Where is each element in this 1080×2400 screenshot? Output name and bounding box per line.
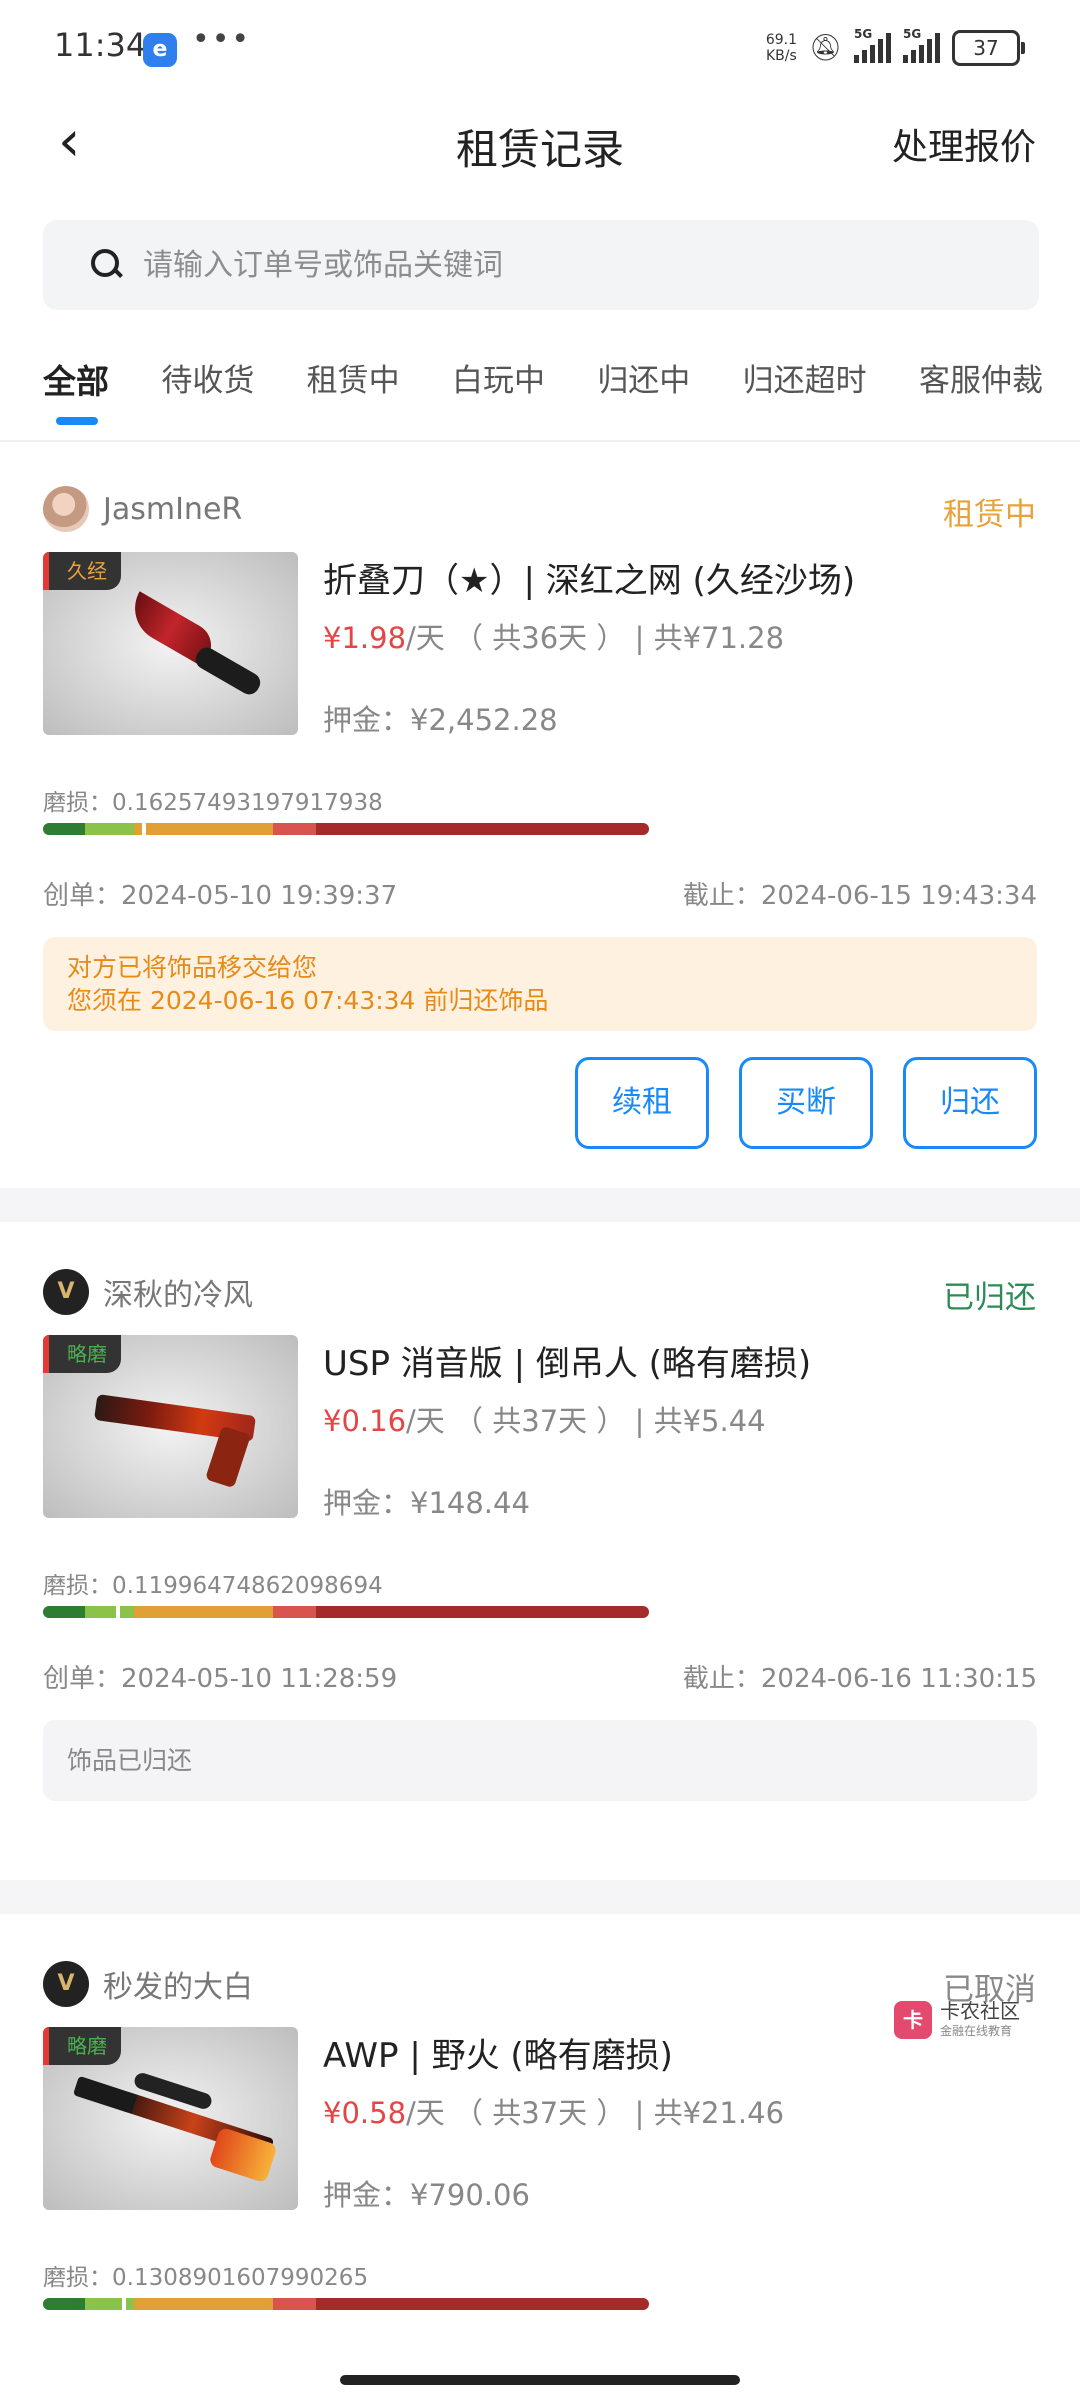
seller-name: 秒发的大白: [103, 1970, 253, 2005]
status-badge: 租赁中: [943, 497, 1036, 533]
net-speed: 69.1 KB/s: [765, 32, 797, 64]
seller-info: V 秒发的大白: [43, 1960, 253, 2008]
section-divider: [0, 1188, 1080, 1222]
section-divider: [0, 1880, 1080, 1914]
tab-all[interactable]: 全部: [43, 355, 109, 425]
wear-value: 磨损：0.11996474862098694: [43, 1573, 383, 1599]
price-line: ¥1.98/天 （ 共36天 ） | 共¥71.28: [323, 615, 784, 657]
created-time: 创单：2024-05-10 19:39:37: [43, 881, 398, 911]
item-name: 折叠刀（★）| 深红之网 (久经沙场): [323, 561, 856, 601]
notice-line: 对方已将饰品移交给您: [67, 953, 318, 982]
deadline-time: 截止：2024-06-15 19:43:34: [682, 881, 1037, 911]
daily-price: ¥0.58: [323, 2096, 407, 2130]
signal-icon-2: 5G: [903, 27, 940, 63]
item-image: 略磨: [43, 1335, 298, 1518]
seller-name: JasmIneR: [103, 491, 243, 527]
app-notification-icon: e: [143, 33, 177, 67]
seller-name: 深秋的冷风: [103, 1278, 253, 1313]
daily-price: ¥1.98: [323, 621, 407, 655]
deposit: 押金：¥790.06: [323, 2178, 530, 2212]
price-line: ¥0.58/天 （ 共37天 ） | 共¥21.46: [323, 2090, 784, 2132]
avatar: [43, 486, 89, 532]
wear-marker: [141, 817, 146, 841]
per-day: /天: [406, 621, 445, 655]
wear-value: 磨损：0.1308901607990265: [43, 2265, 369, 2291]
deadline-time: 截止：2024-06-16 11:30:15: [682, 1664, 1037, 1694]
seller-info: V 深秋的冷风: [43, 1268, 253, 1316]
notice-line: 您须在 2024-06-16 07:43:34 前归还饰品: [67, 986, 549, 1015]
handle-offer-link[interactable]: 处理报价: [892, 118, 1036, 170]
total-price: | 共¥5.44: [634, 1404, 766, 1438]
order-card[interactable]: JasmIneR 租赁中 久经 折叠刀（★）| 深红之网 (久经沙场) ¥1.9…: [0, 485, 1080, 1185]
buyout-button[interactable]: 买断: [739, 1057, 873, 1149]
created-time: 创单：2024-05-10 11:28:59: [43, 1664, 398, 1694]
tab-pending-receive[interactable]: 待收货: [161, 355, 254, 425]
price-line: ¥0.16/天 （ 共37天 ） | 共¥5.44: [323, 1398, 766, 1440]
tab-renting[interactable]: 租赁中: [307, 355, 400, 425]
total-price: | 共¥21.46: [634, 2096, 785, 2130]
wear-tag: 略磨: [43, 1335, 121, 1373]
notice-line: 饰品已归还: [67, 1746, 193, 1775]
wear-tag: 略磨: [43, 2027, 121, 2065]
wear-bar: [43, 823, 649, 835]
avatar: V: [43, 1961, 89, 2007]
more-notifications-icon: •••: [192, 22, 252, 57]
deposit: 押金：¥2,452.28: [323, 703, 558, 737]
tab-free-play[interactable]: 白玩中: [452, 355, 545, 425]
battery-icon: 37: [952, 30, 1025, 66]
status-time: 11:34: [54, 26, 147, 64]
item-image: 久经: [43, 552, 298, 735]
home-indicator[interactable]: [340, 2375, 740, 2385]
signal-icon: 5G: [854, 27, 891, 63]
item-image: 略磨: [43, 2027, 298, 2210]
rent-days: （ 共37天 ）: [454, 1404, 626, 1438]
order-card[interactable]: V 深秋的冷风 已归还 略磨 USP 消音版 | 倒吊人 (略有磨损) ¥0.1…: [0, 1268, 1080, 1828]
item-name: AWP | 野火 (略有磨损): [323, 2036, 673, 2076]
per-day: /天: [406, 1404, 445, 1438]
per-day: /天: [406, 2096, 445, 2130]
watermark: 卡 卡农社区 金融在线教育: [894, 2000, 1020, 2039]
wear-value: 磨损：0.16257493197917938: [43, 790, 383, 816]
order-dates: 创单：2024-05-10 11:28:59 截止：2024-06-16 11:…: [43, 1658, 1037, 1695]
rent-days: （ 共37天 ）: [454, 2096, 626, 2130]
watermark-sub: 金融在线教育: [940, 2024, 1013, 2038]
wear-marker: [122, 2292, 127, 2316]
search-icon: [91, 249, 123, 281]
watermark-logo-icon: 卡: [894, 2000, 932, 2039]
search-input[interactable]: [141, 246, 945, 284]
notice-box: 饰品已归还: [43, 1720, 1037, 1801]
seller-info: JasmIneR: [43, 485, 242, 533]
total-price: | 共¥71.28: [634, 621, 785, 655]
daily-price: ¥0.16: [323, 1404, 407, 1438]
rent-days: （ 共36天 ）: [454, 621, 626, 655]
wear-bar: [43, 2298, 649, 2310]
renew-button[interactable]: 续租: [575, 1057, 709, 1149]
notice-box: 对方已将饰品移交给您 您须在 2024-06-16 07:43:34 前归还饰品: [43, 937, 1037, 1031]
tab-return-overdue[interactable]: 归还超时: [743, 355, 867, 425]
status-tabs: 全部 待收货 租赁中 白玩中 归还中 归还超时 客服仲裁: [43, 355, 1043, 425]
divider: [0, 440, 1080, 442]
wear-marker: [115, 1600, 120, 1624]
order-actions: 续租 买断 归还: [575, 1057, 1037, 1149]
avatar: V: [43, 1269, 89, 1315]
order-dates: 创单：2024-05-10 19:39:37 截止：2024-06-15 19:…: [43, 875, 1037, 912]
tab-returning[interactable]: 归还中: [597, 355, 690, 425]
tab-arbitration[interactable]: 客服仲裁: [919, 355, 1043, 425]
watermark-name: 卡农社区: [940, 1999, 1020, 2023]
status-right: 69.1 KB/s 🔕︎ 5G 5G 37: [765, 26, 1025, 70]
wear-bar: [43, 1606, 649, 1618]
wear-tag: 久经: [43, 552, 121, 590]
item-name: USP 消音版 | 倒吊人 (略有磨损): [323, 1344, 812, 1384]
status-badge: 已归还: [943, 1280, 1036, 1316]
bell-muted-icon: 🔕︎: [808, 33, 842, 63]
return-button[interactable]: 归还: [903, 1057, 1037, 1149]
nav-bar: ‹ 租赁记录 处理报价: [0, 96, 1080, 188]
search-bar[interactable]: [43, 220, 1039, 310]
deposit: 押金：¥148.44: [323, 1486, 530, 1520]
status-bar: 11:34 e ••• 69.1 KB/s 🔕︎ 5G 5G 37: [0, 0, 1080, 96]
